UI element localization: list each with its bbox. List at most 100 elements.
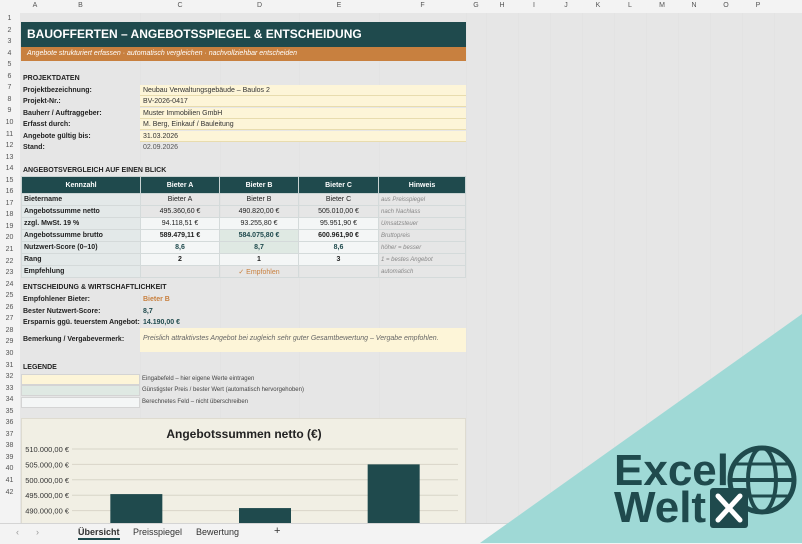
cell-bieter-c[interactable]: 505.010,00 € [298,205,379,218]
row-header-35[interactable]: 35 [0,408,19,415]
cell-kennzahl[interactable]: Angebotssumme netto [21,205,141,218]
legend-swatch-bester[interactable] [21,385,140,396]
row-header-11[interactable]: 11 [0,131,19,138]
row-header-12[interactable]: 12 [0,142,19,149]
row-header-27[interactable]: 27 [0,315,19,322]
row-header-10[interactable]: 10 [0,119,19,126]
column-header-h[interactable]: H [486,2,518,9]
cell-bieter-b[interactable]: 8,7 [219,241,299,254]
sheet-title[interactable]: BAUOFFERTEN – ANGEBOTSSPIEGEL & ENTSCHEI… [21,22,466,47]
row-header-26[interactable]: 26 [0,304,19,311]
row-header-17[interactable]: 17 [0,200,19,207]
row-header-22[interactable]: 22 [0,258,19,265]
row-header-33[interactable]: 33 [0,385,19,392]
section-vergleich[interactable]: ANGEBOTSVERGLEICH AUF EINEN BLICK [23,167,166,174]
column-header-b[interactable]: B [21,2,140,9]
row-header-31[interactable]: 31 [0,362,19,369]
legend-text-bester[interactable]: Günstigster Preis / bester Wert (automat… [142,387,304,393]
header-bieter-c[interactable]: Bieter C [298,176,379,194]
row-header-25[interactable]: 25 [0,292,19,299]
cell-hinweis[interactable]: 1 = bestes Angebot [378,253,466,266]
column-header-i[interactable]: I [518,2,550,9]
cell-bieter-a[interactable]: 94.118,51 € [140,217,220,230]
cell-bieter-a[interactable] [140,265,220,278]
column-header-j[interactable]: J [550,2,582,9]
sheet-subtitle[interactable]: Angebote strukturiert erfassen · automat… [21,47,466,61]
input-projekt-nr[interactable]: BV-2026-0417 [140,96,466,107]
row-header-42[interactable]: 42 [0,489,19,496]
tab-nav-next[interactable]: › [36,527,39,537]
label-gueltig-bis[interactable]: Angebote gültig bis: [23,133,91,140]
cell-kennzahl[interactable]: Rang [21,253,141,266]
label-stand[interactable]: Stand: [23,144,45,151]
row-header-20[interactable]: 20 [0,234,19,241]
label-bauherr[interactable]: Bauherr / Auftraggeber: [23,110,102,117]
column-header-o[interactable]: O [710,2,742,9]
cell-kennzahl[interactable]: Empfehlung [21,265,141,278]
label-bemerkung[interactable]: Bemerkung / Vergabevermerk: [23,336,124,343]
label-bester-score[interactable]: Bester Nutzwert-Score: [23,308,100,315]
cell-bieter-b[interactable]: 490.820,00 € [219,205,299,218]
cell-bieter-b[interactable]: 584.075,80 € [219,229,299,242]
row-header-37[interactable]: 37 [0,431,19,438]
row-header-29[interactable]: 29 [0,338,19,345]
input-gueltig-bis[interactable]: 31.03.2026 [140,131,466,142]
cell-hinweis[interactable]: höher = besser [378,241,466,254]
row-header-7[interactable]: 7 [0,84,19,91]
cell-bieter-c[interactable] [298,265,379,278]
row-header-40[interactable]: 40 [0,465,19,472]
column-header-k[interactable]: K [582,2,614,9]
legend-swatch-berechnet[interactable] [21,397,140,408]
label-erfasst-durch[interactable]: Erfasst durch: [23,121,70,128]
cell-kennzahl[interactable]: zzgl. MwSt. 19 % [21,217,141,230]
cell-bieter-a[interactable]: Bieter A [140,193,220,206]
column-header-p[interactable]: P [742,2,774,9]
cell-bieter-c[interactable]: 600.961,90 € [298,229,379,242]
column-header-m[interactable]: M [646,2,678,9]
tab-preisspiegel[interactable]: Preisspiegel [133,527,182,537]
cell-bieter-a[interactable]: 495.360,60 € [140,205,220,218]
section-entscheidung[interactable]: ENTSCHEIDUNG & WIRTSCHAFTLICHKEIT [23,284,167,291]
row-header-6[interactable]: 6 [0,73,19,80]
header-kennzahl[interactable]: Kennzahl [21,176,141,194]
row-header-15[interactable]: 15 [0,177,19,184]
tab-nav-prev[interactable]: ‹ [16,527,19,537]
cell-hinweis[interactable]: aus Preisspiegel [378,193,466,206]
row-header-41[interactable]: 41 [0,477,19,484]
cell-kennzahl[interactable]: Angebotssumme brutto [21,229,141,242]
legend-swatch-eingabe[interactable] [21,374,140,385]
cell-bieter-c[interactable]: 8,6 [298,241,379,254]
header-hinweis[interactable]: Hinweis [378,176,466,194]
row-header-28[interactable]: 28 [0,327,19,334]
cell-bieter-c[interactable]: 95.951,90 € [298,217,379,230]
column-header-c[interactable]: C [140,2,220,9]
row-header-13[interactable]: 13 [0,154,19,161]
chart-bar-bieter-b[interactable] [239,508,291,524]
legend-text-eingabe[interactable]: Eingabefeld – hier eigene Werte eintrage… [142,376,254,382]
section-legende[interactable]: LEGENDE [23,364,57,371]
tab-uebersicht[interactable]: Übersicht [78,527,120,540]
cell-bieter-b[interactable]: 1 [219,253,299,266]
row-header-19[interactable]: 19 [0,223,19,230]
row-header-1[interactable]: 1 [0,15,19,22]
value-ersparnis[interactable]: 14.190,00 € [143,319,180,326]
cell-bieter-a[interactable]: 589.479,11 € [140,229,220,242]
row-header-16[interactable]: 16 [0,188,19,195]
row-header-3[interactable]: 3 [0,38,19,45]
row-header-18[interactable]: 18 [0,211,19,218]
chart-bar-bieter-a[interactable] [110,494,163,524]
cell-bieter-c[interactable]: Bieter C [298,193,379,206]
value-empfohlener-bieter[interactable]: Bieter B [143,296,170,303]
cell-bieter-a[interactable]: 8,6 [140,241,220,254]
row-header-23[interactable]: 23 [0,269,19,276]
column-header-l[interactable]: L [614,2,646,9]
row-header-38[interactable]: 38 [0,442,19,449]
column-header-n[interactable]: N [678,2,710,9]
cell-hinweis[interactable]: Bruttopreis [378,229,466,242]
chart-bar-bieter-c[interactable] [367,464,420,524]
input-erfasst-durch[interactable]: M. Berg, Einkauf / Bauleitung [140,119,466,130]
row-header-39[interactable]: 39 [0,454,19,461]
header-bieter-a[interactable]: Bieter A [140,176,220,194]
netto-chart[interactable]: Angebotssummen netto (€) 510.000,00 € 505… [21,418,466,524]
cell-hinweis[interactable]: automatisch [378,265,466,278]
